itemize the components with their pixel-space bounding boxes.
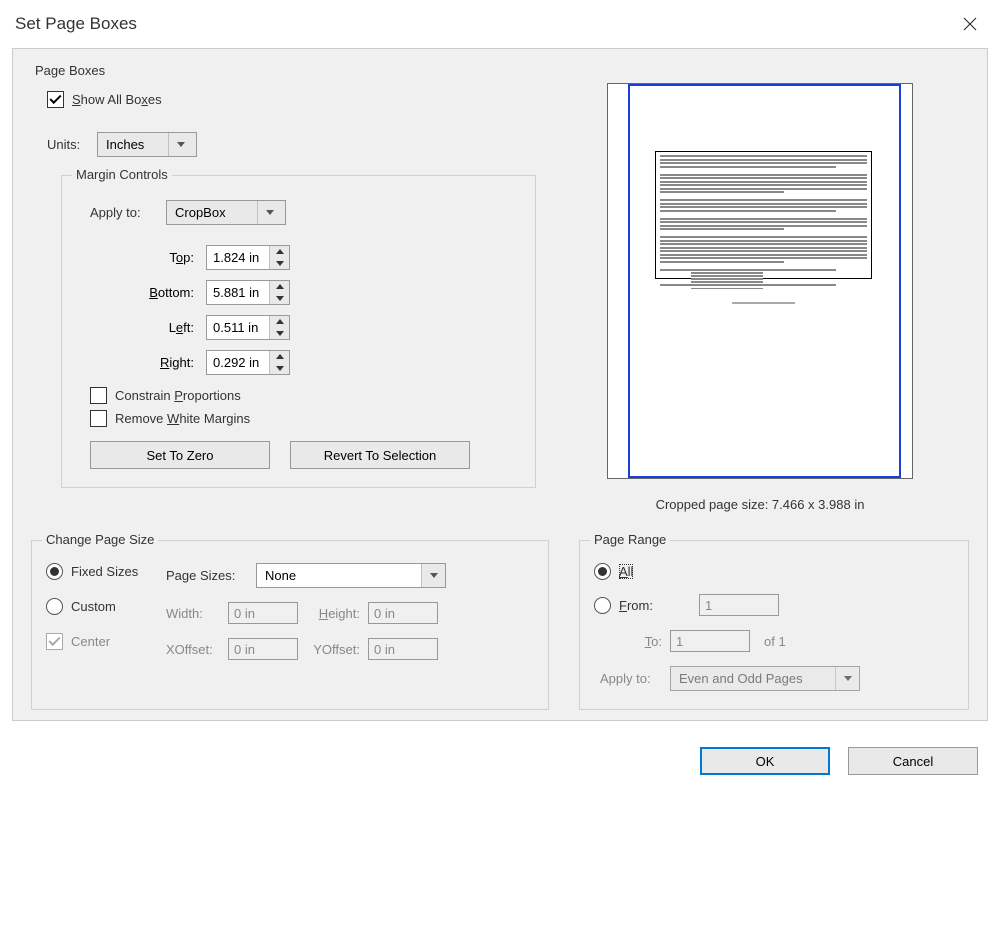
apply-to-dropdown[interactable]: CropBox	[166, 200, 286, 225]
custom-label: Custom	[71, 599, 116, 614]
width-input	[228, 602, 298, 624]
page-sizes-dropdown[interactable]: None	[256, 563, 446, 588]
preview-area: Cropped page size: 7.466 x 3.988 in	[551, 81, 969, 512]
apply-to-label: Apply to:	[90, 205, 166, 220]
top-label: Top:	[76, 250, 206, 265]
bottom-input[interactable]	[207, 281, 269, 304]
units-label: Units:	[47, 137, 97, 152]
page-boxes-group: Page Boxes Show All Boxes Units: Inches …	[31, 77, 969, 512]
range-apply-to-label: Apply to:	[600, 671, 670, 686]
from-input	[699, 594, 779, 616]
page-boxes-legend: Page Boxes	[31, 63, 109, 78]
to-label: To:	[620, 634, 670, 649]
title-bar: Set Page Boxes	[0, 0, 1000, 48]
margin-controls-legend: Margin Controls	[72, 167, 172, 182]
margin-controls-group: Margin Controls Apply to: CropBox Top:	[61, 175, 536, 488]
page-range-legend: Page Range	[590, 532, 670, 547]
dialog-title: Set Page Boxes	[15, 14, 137, 34]
all-label: All	[619, 564, 633, 579]
xoffset-input	[228, 638, 298, 660]
left-label: Left:	[76, 320, 206, 335]
change-page-size-legend: Change Page Size	[42, 532, 158, 547]
from-radio[interactable]	[594, 597, 611, 614]
units-dropdown[interactable]: Inches	[97, 132, 197, 157]
cropped-size-caption: Cropped page size: 7.466 x 3.988 in	[656, 497, 865, 512]
chevron-down-icon	[257, 201, 281, 224]
constrain-proportions-label: Constrain Proportions	[115, 388, 241, 403]
spin-up[interactable]	[270, 316, 289, 328]
spin-down[interactable]	[270, 293, 289, 305]
width-label: Width:	[166, 606, 228, 621]
apply-to-value: CropBox	[167, 201, 257, 224]
chevron-down-icon	[168, 133, 192, 156]
all-radio[interactable]	[594, 563, 611, 580]
bottom-spinbox[interactable]	[206, 280, 290, 305]
chevron-down-icon	[835, 667, 859, 690]
constrain-proportions-checkbox[interactable]	[90, 387, 107, 404]
close-icon	[962, 16, 978, 32]
spin-up[interactable]	[270, 246, 289, 258]
main-panel: Page Boxes Show All Boxes Units: Inches …	[12, 48, 988, 721]
of-label: of 1	[764, 634, 786, 649]
spin-up[interactable]	[270, 281, 289, 293]
spin-down[interactable]	[270, 363, 289, 375]
chevron-down-icon	[421, 564, 445, 587]
page-preview	[607, 83, 913, 479]
page-sizes-value: None	[257, 564, 421, 587]
center-label: Center	[71, 634, 110, 649]
height-label: Height:	[298, 606, 368, 621]
xoffset-label: XOffset:	[166, 642, 228, 657]
spin-up[interactable]	[270, 351, 289, 363]
show-all-boxes-label: Show All Boxes	[72, 92, 162, 107]
from-label: From:	[619, 598, 699, 613]
preview-text-icon	[660, 155, 867, 430]
fixed-sizes-label: Fixed Sizes	[71, 564, 138, 579]
cancel-button[interactable]: Cancel	[848, 747, 978, 775]
ok-button[interactable]: OK	[700, 747, 830, 775]
range-apply-to-value: Even and Odd Pages	[671, 667, 835, 690]
right-input[interactable]	[207, 351, 269, 374]
page-sizes-label: Page Sizes:	[166, 568, 256, 583]
yoffset-input	[368, 638, 438, 660]
center-checkbox	[46, 633, 63, 650]
range-apply-to-dropdown: Even and Odd Pages	[670, 666, 860, 691]
height-input	[368, 602, 438, 624]
top-spinbox[interactable]	[206, 245, 290, 270]
units-value: Inches	[98, 133, 168, 156]
left-spinbox[interactable]	[206, 315, 290, 340]
remove-white-margins-label: Remove White Margins	[115, 411, 250, 426]
left-input[interactable]	[207, 316, 269, 339]
remove-white-margins-checkbox[interactable]	[90, 410, 107, 427]
to-input	[670, 630, 750, 652]
top-input[interactable]	[207, 246, 269, 269]
spin-down[interactable]	[270, 328, 289, 340]
right-label: Right:	[76, 355, 206, 370]
page-range-group: Page Range All From: To: of 1 Apply to: …	[579, 540, 969, 710]
fixed-sizes-radio[interactable]	[46, 563, 63, 580]
spin-down[interactable]	[270, 258, 289, 270]
bottom-label: Bottom:	[76, 285, 206, 300]
close-button[interactable]	[960, 14, 980, 34]
show-all-boxes-checkbox[interactable]	[47, 91, 64, 108]
yoffset-label: YOffset:	[298, 642, 368, 657]
set-to-zero-button[interactable]: Set To Zero	[90, 441, 270, 469]
revert-to-selection-button[interactable]: Revert To Selection	[290, 441, 470, 469]
change-page-size-group: Change Page Size Fixed Sizes Custom Cent…	[31, 540, 549, 710]
custom-radio[interactable]	[46, 598, 63, 615]
right-spinbox[interactable]	[206, 350, 290, 375]
dialog-footer: OK Cancel	[0, 733, 1000, 789]
